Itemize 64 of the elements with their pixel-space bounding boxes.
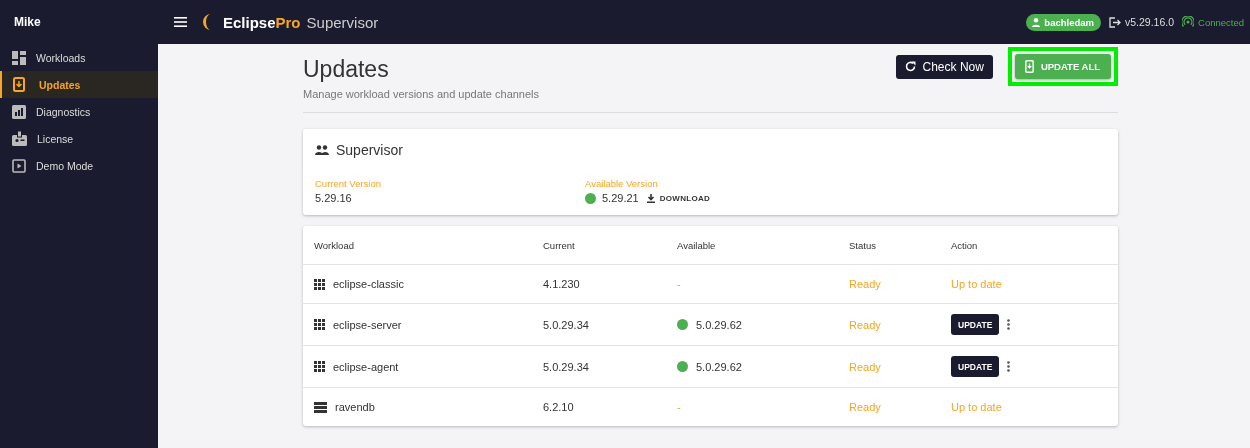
status-text: Ready bbox=[849, 360, 881, 373]
page-subtitle: Manage workload versions and update channels bbox=[303, 88, 540, 100]
product-name: Supervisor bbox=[306, 13, 379, 31]
download-icon bbox=[1024, 60, 1034, 73]
column-header: Workload bbox=[314, 239, 355, 251]
logout-icon[interactable] bbox=[1109, 16, 1121, 28]
action-text: Up to date bbox=[951, 401, 1002, 413]
update-button[interactable]: UPDATE bbox=[951, 314, 1000, 335]
table-cell: - bbox=[677, 278, 681, 290]
status-text: Ready bbox=[849, 318, 881, 331]
check-now-button[interactable]: Check Now bbox=[895, 54, 993, 79]
workload-name: eclipse-server bbox=[333, 318, 402, 331]
user-name: Mike bbox=[14, 15, 41, 29]
card-title: Supervisor bbox=[336, 142, 403, 158]
table-cell: 5.0.29.62 bbox=[696, 318, 742, 331]
connection-status: Connected bbox=[1198, 16, 1244, 28]
badge-icon bbox=[12, 131, 27, 146]
version-value: 5.29.21 bbox=[602, 192, 639, 204]
page-title: Updates bbox=[303, 56, 390, 83]
chart-icon bbox=[12, 104, 26, 119]
more-icon[interactable] bbox=[1007, 319, 1011, 330]
table-cell-text: 4.1.230 bbox=[543, 278, 581, 290]
update-button[interactable]: UPDATE bbox=[951, 356, 1000, 377]
column-header: Current bbox=[543, 239, 576, 251]
grid-icon bbox=[314, 319, 325, 330]
table-cell: 5.0.29.62 bbox=[696, 360, 742, 373]
download-icon bbox=[646, 193, 655, 203]
table-cell-text: 5.0.29.34 bbox=[543, 360, 590, 373]
column-header: Status bbox=[849, 239, 877, 251]
column-header: Action bbox=[951, 239, 979, 251]
version-text: v5.29.16.0 bbox=[1125, 16, 1175, 28]
field-label: Current Version bbox=[315, 178, 382, 189]
grid-icon bbox=[314, 278, 325, 290]
status-dot bbox=[585, 192, 596, 204]
table-cell-text: 6.2.10 bbox=[543, 401, 575, 413]
sidebar-item[interactable]: Workloads bbox=[0, 44, 158, 71]
workload-name: ravendb bbox=[335, 401, 375, 413]
download-icon bbox=[13, 77, 25, 92]
table-cell-text: 5.0.29.34 bbox=[543, 318, 590, 331]
workload-name: eclipse-classic bbox=[333, 278, 404, 290]
column-header: Available bbox=[677, 239, 717, 251]
people-icon bbox=[315, 145, 329, 155]
download-button[interactable]: DOWNLOAD bbox=[646, 193, 711, 203]
action-text: Up to date bbox=[951, 278, 1002, 290]
refresh-icon bbox=[904, 61, 916, 72]
sidebar-item[interactable]: Diagnostics bbox=[0, 98, 158, 125]
sidebar-item[interactable]: Demo Mode bbox=[0, 152, 158, 179]
status-text: Ready bbox=[849, 278, 881, 290]
person-icon bbox=[1032, 17, 1041, 27]
table-cell: - bbox=[677, 401, 681, 413]
sidebar-item[interactable]: Updates bbox=[0, 71, 158, 98]
signal-icon bbox=[1182, 16, 1195, 28]
more-icon[interactable] bbox=[1007, 361, 1011, 372]
workload-name: eclipse-agent bbox=[333, 360, 399, 373]
grid-icon bbox=[314, 361, 325, 372]
version-value: 5.29.16 bbox=[315, 192, 352, 204]
dashboard-icon bbox=[12, 50, 26, 65]
field-label: Available Version bbox=[585, 178, 659, 189]
sidebar-item[interactable]: License bbox=[0, 125, 158, 152]
server-icon bbox=[314, 401, 327, 413]
status-text: Ready bbox=[849, 401, 881, 413]
play-icon bbox=[12, 158, 26, 173]
menu-icon[interactable] bbox=[174, 17, 187, 27]
brand-name: EclipsePro bbox=[223, 13, 301, 31]
